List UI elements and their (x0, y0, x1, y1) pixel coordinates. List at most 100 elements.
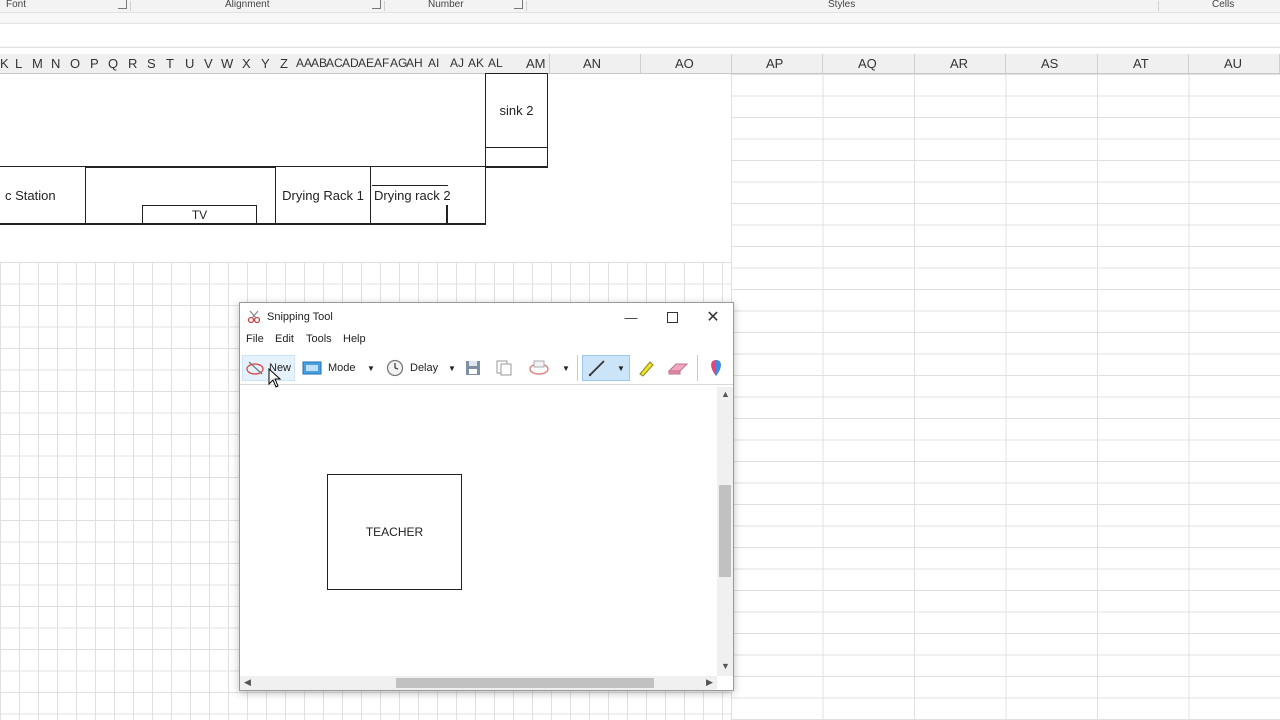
vertical-scroll-thumb[interactable] (719, 485, 731, 577)
pen-dropdown-chevron-down-icon[interactable]: ▼ (617, 364, 625, 373)
column-header[interactable]: S (147, 56, 156, 71)
column-header[interactable]: AI (428, 56, 439, 70)
window-title: Snipping Tool (267, 311, 333, 323)
column-header[interactable]: W (221, 56, 233, 71)
column-header[interactable]: AB (311, 56, 327, 70)
column-header[interactable]: O (70, 56, 80, 71)
shape-line (547, 147, 548, 167)
alignment-dialog-launcher-icon[interactable] (372, 0, 381, 9)
send-snip-button[interactable] (528, 355, 552, 381)
column-header[interactable]: AG (390, 56, 407, 70)
send-snip-icon (529, 360, 549, 375)
horizontal-scroll-thumb[interactable] (396, 678, 654, 688)
shape-tv[interactable]: TV (142, 205, 257, 224)
menu-edit[interactable]: Edit (275, 333, 294, 345)
ribbon-separator (130, 1, 131, 11)
toolbar: New Mode ▼ Delay ▼ ▼ ▼ (240, 352, 733, 385)
mode-dropdown-chevron-down-icon[interactable]: ▼ (367, 355, 379, 381)
ribbon-separator (526, 1, 527, 11)
column-header[interactable]: AU (1224, 56, 1242, 71)
mode-button[interactable]: Mode (302, 355, 366, 381)
shape-line (485, 147, 548, 148)
close-button[interactable]: ✕ (693, 303, 733, 331)
save-icon (466, 361, 480, 375)
column-header[interactable]: Y (261, 56, 270, 71)
horizontal-scrollbar[interactable]: ◀ ▶ (240, 676, 717, 690)
copy-icon (496, 360, 512, 376)
font-dialog-launcher-icon[interactable] (118, 0, 127, 9)
menu-help[interactable]: Help (343, 333, 366, 345)
column-header[interactable]: AJ (450, 56, 464, 70)
scroll-down-icon[interactable]: ▼ (721, 661, 730, 671)
shape-drying-rack-1[interactable]: Drying Rack 1 (275, 166, 371, 224)
snipping-tool-titlebar[interactable]: Snipping Tool — ✕ (240, 303, 733, 331)
snip-canvas[interactable]: TEACHER (240, 387, 717, 676)
shape-drying-rack-2[interactable]: Drying rack 2 (370, 166, 486, 224)
column-header[interactable]: AM (526, 56, 546, 71)
column-header[interactable]: X (242, 56, 251, 71)
paint3d-icon (711, 360, 721, 376)
column-header[interactable]: AF (374, 56, 389, 70)
highlighter-button[interactable] (636, 355, 656, 381)
ribbon-group-number: Number (428, 0, 464, 10)
minimize-button[interactable]: — (611, 303, 651, 331)
close-icon: ✕ (706, 309, 720, 326)
maximize-button[interactable] (652, 303, 692, 331)
column-header[interactable]: AL (488, 56, 503, 70)
eraser-button[interactable] (667, 355, 689, 381)
column-header[interactable]: Q (108, 56, 118, 71)
column-header[interactable]: AN (583, 56, 601, 71)
column-header[interactable]: AT (1133, 56, 1149, 71)
formula-input[interactable] (0, 23, 1280, 46)
column-header[interactable]: N (51, 56, 60, 71)
column-header[interactable]: T (166, 56, 174, 71)
column-header[interactable]: AO (675, 56, 694, 71)
column-header[interactable]: AR (950, 56, 968, 71)
menu-tools[interactable]: Tools (306, 333, 332, 345)
menu-bar: File Edit Tools Help (240, 331, 733, 351)
toolbar-separator (697, 355, 698, 381)
shape-sink-2[interactable]: sink 2 (485, 73, 548, 148)
number-dialog-launcher-icon[interactable] (514, 0, 523, 9)
column-header[interactable]: V (204, 56, 213, 71)
shape-station[interactable]: c Station (0, 166, 86, 224)
column-header[interactable]: AQ (858, 56, 877, 71)
column-header[interactable]: Z (280, 56, 288, 71)
shape-line (446, 205, 448, 224)
column-header[interactable]: AP (766, 56, 783, 71)
minimize-icon: — (624, 309, 638, 325)
ribbon-group-cells: Cells (1212, 0, 1235, 10)
shape-teacher: TEACHER (327, 474, 462, 590)
paint3d-button[interactable] (708, 355, 728, 381)
column-header[interactable]: AC (326, 56, 343, 70)
shape-line (372, 185, 448, 186)
column-header[interactable]: M (32, 56, 43, 71)
column-header[interactable]: AK (468, 56, 484, 70)
pen-icon (588, 360, 605, 377)
column-header[interactable]: AS (1041, 56, 1058, 71)
delay-button[interactable]: Delay (386, 355, 450, 381)
save-button[interactable] (465, 355, 485, 381)
scroll-up-icon[interactable]: ▲ (721, 389, 730, 399)
column-header[interactable]: K (0, 56, 9, 71)
column-header[interactable]: AA (296, 56, 312, 70)
column-header[interactable]: AE (358, 56, 374, 70)
menu-file[interactable]: File (246, 333, 264, 345)
vertical-scrollbar[interactable]: ▲ ▼ (717, 387, 733, 676)
column-header[interactable]: R (128, 56, 137, 71)
worksheet-grid-right[interactable] (731, 74, 1280, 720)
column-header[interactable]: U (185, 56, 194, 71)
pen-button[interactable]: ▼ (582, 355, 630, 381)
copy-button[interactable] (496, 355, 516, 381)
ribbon-group-alignment: Alignment (225, 0, 270, 10)
scroll-left-icon[interactable]: ◀ (244, 677, 251, 688)
delay-label: Delay (410, 362, 439, 374)
column-header[interactable]: AH (406, 56, 423, 70)
delay-dropdown-chevron-down-icon[interactable]: ▼ (448, 355, 460, 381)
column-header[interactable]: P (90, 56, 99, 71)
mouse-cursor-icon (268, 368, 282, 388)
send-dropdown-chevron-down-icon[interactable]: ▼ (562, 355, 572, 381)
column-header[interactable]: AD (342, 56, 359, 70)
scroll-right-icon[interactable]: ▶ (706, 677, 713, 688)
column-header[interactable]: L (15, 56, 22, 71)
